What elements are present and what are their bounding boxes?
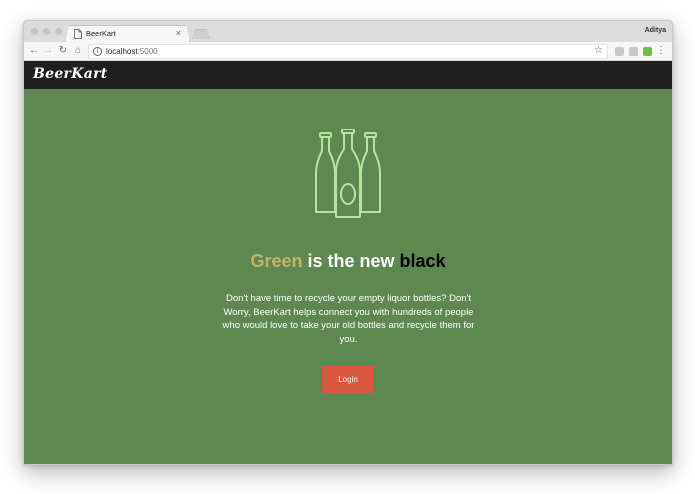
bookmark-star-icon[interactable]: ☆ bbox=[594, 45, 603, 56]
browser-toolbar: ← → ↻ ⌂ i localhost:5000 ☆ ⋮ bbox=[24, 42, 672, 61]
close-window-button[interactable] bbox=[31, 28, 38, 35]
headline-middle-text: is the new bbox=[302, 251, 400, 271]
hero-section: Green is the new black Don't have time t… bbox=[24, 89, 672, 464]
address-bar[interactable]: i localhost:5000 ☆ bbox=[88, 44, 608, 59]
browser-menu-icon[interactable]: ⋮ bbox=[656, 45, 666, 57]
forward-icon[interactable]: → bbox=[41, 44, 55, 58]
browser-window: BeerKart × Aditya ← → ↻ ⌂ i localhost:50… bbox=[23, 20, 673, 465]
beer-bottles-icon bbox=[315, 129, 381, 218]
back-icon[interactable]: ← bbox=[27, 44, 41, 58]
headline-black-word: black bbox=[399, 251, 446, 271]
minimize-window-button[interactable] bbox=[43, 28, 50, 35]
tab-strip: BeerKart × Aditya bbox=[24, 21, 672, 42]
brand-logo[interactable]: BeerKart bbox=[33, 66, 108, 82]
url-text[interactable]: localhost:5000 bbox=[106, 47, 158, 56]
url-host: localhost bbox=[106, 47, 138, 56]
tab-close-icon[interactable]: × bbox=[176, 28, 181, 38]
maximize-window-button[interactable] bbox=[55, 28, 62, 35]
headline-green-word: Green bbox=[250, 251, 303, 271]
new-tab-button[interactable] bbox=[192, 29, 210, 39]
home-icon[interactable]: ⌂ bbox=[71, 44, 85, 58]
page-icon bbox=[74, 29, 82, 39]
tab-beerkart[interactable]: BeerKart × bbox=[65, 25, 190, 42]
reload-icon[interactable]: ↻ bbox=[56, 44, 70, 58]
hero-description: Don't have time to recycle your empty li… bbox=[222, 293, 475, 345]
tab-title: BeerKart bbox=[86, 29, 116, 38]
extension-icon-1[interactable] bbox=[615, 47, 624, 56]
login-button[interactable]: Login bbox=[322, 366, 374, 393]
extension-icon-3[interactable] bbox=[643, 47, 652, 56]
site-navbar: BeerKart bbox=[24, 61, 672, 89]
hero-headline: Green is the new black bbox=[24, 251, 672, 272]
profile-name[interactable]: Aditya bbox=[645, 27, 666, 34]
url-port: :5000 bbox=[137, 47, 158, 56]
extension-icon-2[interactable] bbox=[629, 47, 638, 56]
info-icon[interactable]: i bbox=[93, 47, 102, 56]
